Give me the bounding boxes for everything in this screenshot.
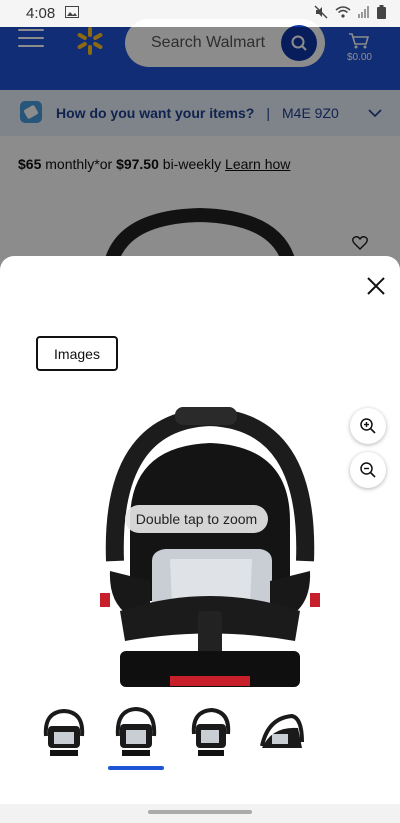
product-image-car-seat[interactable] [90, 401, 330, 691]
close-button[interactable] [364, 274, 388, 298]
zoom-out-button[interactable] [350, 452, 386, 488]
thumbnail-strip [0, 706, 400, 776]
thumbnail-2[interactable] [112, 706, 160, 758]
signal-icon [358, 5, 370, 22]
status-icons [314, 4, 386, 23]
zoom-out-icon [360, 462, 376, 478]
system-nav-bar [0, 804, 400, 823]
home-gesture-pill[interactable] [148, 810, 252, 814]
tab-images[interactable]: Images [36, 336, 118, 371]
thumbnail-1[interactable] [40, 706, 88, 758]
status-time: 4:08 [26, 5, 56, 22]
wifi-icon [335, 5, 351, 22]
image-viewer-modal: Images Double tap to zoom [0, 256, 400, 823]
selected-thumbnail-indicator [108, 766, 164, 770]
zoom-hint-tooltip: Double tap to zoom [125, 505, 268, 533]
mute-icon [314, 5, 328, 23]
thumbnail-4[interactable] [258, 706, 306, 758]
battery-icon [377, 4, 386, 23]
zoom-in-icon [360, 418, 376, 434]
zoom-in-button[interactable] [350, 408, 386, 444]
close-icon [367, 277, 385, 295]
gallery-notification-icon [65, 5, 80, 22]
thumbnail-3[interactable] [186, 706, 234, 758]
